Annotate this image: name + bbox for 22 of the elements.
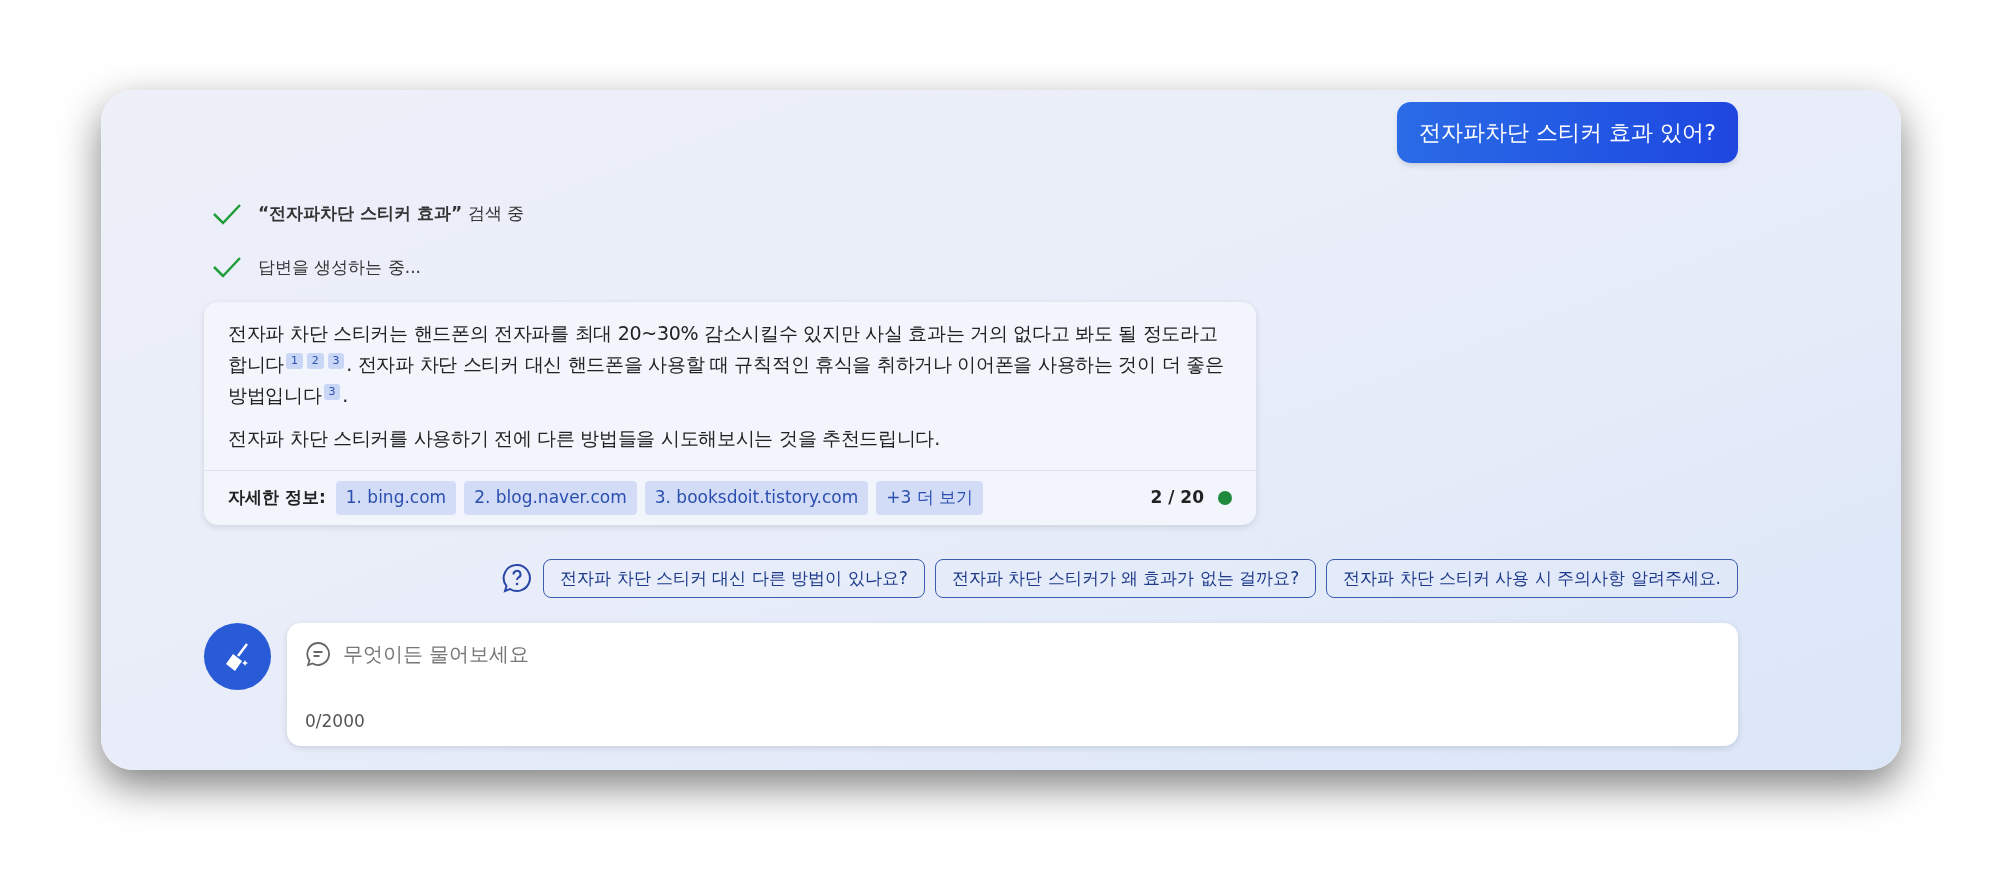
citation-link[interactable]: 3 [327, 352, 345, 369]
progress-text: 답변을 생성하는 중... [258, 255, 422, 279]
progress-text: “전자파차단 스티커 효과” 검색 중 [258, 202, 524, 225]
sources-label: 자세한 정보: [228, 486, 326, 509]
citation-link[interactable]: 1 [286, 352, 303, 369]
source-link[interactable]: 1. bing.com [335, 481, 457, 515]
user-message: 전자파차단 스티커 효과 있어? [1397, 102, 1738, 163]
chat-bubble-icon [305, 641, 331, 667]
turn-counter: 2 / 20 [1150, 486, 1204, 509]
source-link[interactable]: 3. booksdoit.tistory.com [644, 481, 869, 515]
suggestion-chip[interactable]: 전자파 차단 스티커 대신 다른 방법이 있나요? [543, 558, 925, 598]
suggestion-chip[interactable]: 전자파 차단 스티커가 왜 효과가 없는 걸까요? [934, 558, 1317, 598]
citation-link[interactable]: 3 [323, 383, 341, 400]
chat-input[interactable]: 무엇이든 물어보세요 0/2000 [287, 623, 1738, 746]
character-counter: 0/2000 [305, 709, 366, 733]
message-input-field[interactable]: 무엇이든 물어보세요 [343, 639, 1720, 669]
source-link[interactable]: 2. blog.naver.com [464, 481, 637, 515]
suggestion-chip[interactable]: 전자파 차단 스티커 사용 시 주의사항 알려주세요. [1326, 558, 1738, 598]
source-link[interactable]: +3 더 보기 [876, 481, 984, 515]
citation-link[interactable]: 2 [306, 352, 324, 369]
answer-paragraph: 전자파 차단 스티커를 사용하기 전에 다른 방법들을 시도해보시는 것을 추천드립니다. [228, 426, 941, 451]
question-bubble-icon[interactable] [501, 562, 534, 595]
